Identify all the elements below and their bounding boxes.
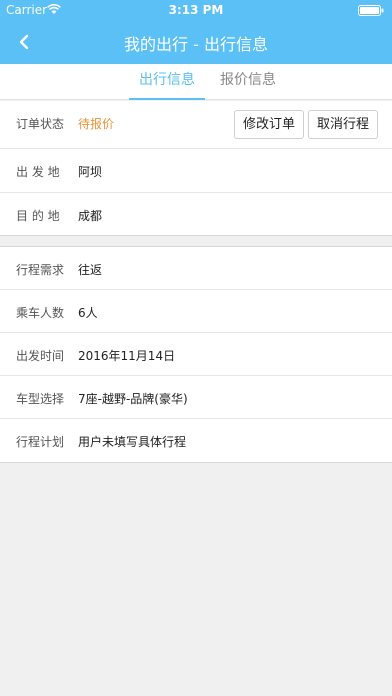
trip-plan-label: 行程计划 — [16, 435, 65, 449]
tab-quote-info[interactable]: 报价信息 — [210, 64, 286, 100]
order-status-row: 订单状态 待报价 修改订单 取消行程 — [0, 101, 392, 144]
departure-time-row: 出发时间 2016年11月14日 — [0, 333, 392, 376]
passengers-label: 乘车人数 — [16, 306, 65, 320]
trip-plan-value: 用户未填写具体行程 — [78, 435, 187, 449]
order-status-value: 待报价 — [78, 117, 115, 131]
departure-label: 出 发 地 — [16, 165, 60, 179]
car-type-label: 车型选择 — [16, 392, 65, 406]
tab-trip-info[interactable]: 出行信息 — [129, 64, 205, 100]
trip-plan-row: 行程计划 用户未填写具体行程 — [0, 419, 392, 462]
departure-value: 阿坝 — [78, 165, 103, 179]
departure-time-value: 2016年11月14日 — [78, 349, 176, 363]
battery-icon — [358, 5, 384, 16]
departure-time-label: 出发时间 — [16, 349, 65, 363]
tab-bar: 出行信息 报价信息 — [0, 64, 392, 100]
status-bar: Carrier 3:13 PM — [0, 0, 392, 20]
page-title: 我的出行 - 出行信息 — [124, 35, 268, 54]
car-type-value: 7座-越野-品牌(豪华) — [78, 392, 188, 406]
car-type-row: 车型选择 7座-越野-品牌(豪华) — [0, 376, 392, 419]
order-status-label: 订单状态 — [16, 117, 65, 131]
cancel-trip-button[interactable]: 取消行程 — [308, 110, 378, 139]
navigation-bar: 我的出行 - 出行信息 — [0, 20, 392, 64]
order-card: 订单状态 待报价 修改订单 取消行程 出 发 地 阿坝 目 的 地 成都 — [0, 101, 392, 236]
app-header: Carrier 3:13 PM 我的出行 - 出行信息 — [0, 0, 392, 64]
destination-label: 目 的 地 — [16, 209, 60, 223]
status-time: 3:13 PM — [168, 3, 224, 17]
trip-need-label: 行程需求 — [16, 263, 65, 277]
departure-row: 出 发 地 阿坝 — [0, 149, 392, 192]
trip-need-value: 往返 — [78, 263, 103, 277]
passengers-row: 乘车人数 6人 — [0, 290, 392, 333]
edit-order-button[interactable]: 修改订单 — [234, 110, 304, 139]
passengers-value: 6人 — [78, 306, 98, 320]
destination-value: 成都 — [78, 209, 103, 223]
destination-row: 目 的 地 成都 — [0, 193, 392, 236]
trip-need-row: 行程需求 往返 — [0, 247, 392, 290]
trip-details-card: 行程需求 往返 乘车人数 6人 出发时间 2016年11月14日 车型选择 7座… — [0, 246, 392, 463]
